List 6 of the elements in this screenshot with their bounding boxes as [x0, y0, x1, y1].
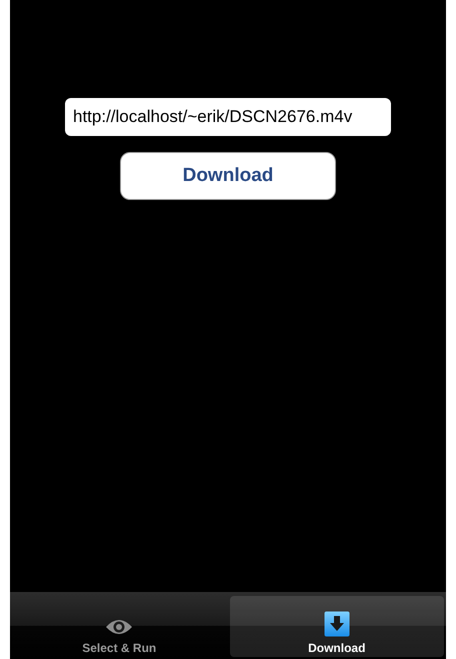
tab[interactable]: Select & Run [12, 596, 226, 657]
eye-icon [105, 617, 134, 637]
download-icon [324, 611, 350, 637]
tab[interactable]: Download [230, 596, 444, 657]
url-field[interactable]: http://localhost/~erik/DSCN2676.m4v [65, 98, 391, 136]
download-button[interactable]: Download [120, 152, 336, 200]
